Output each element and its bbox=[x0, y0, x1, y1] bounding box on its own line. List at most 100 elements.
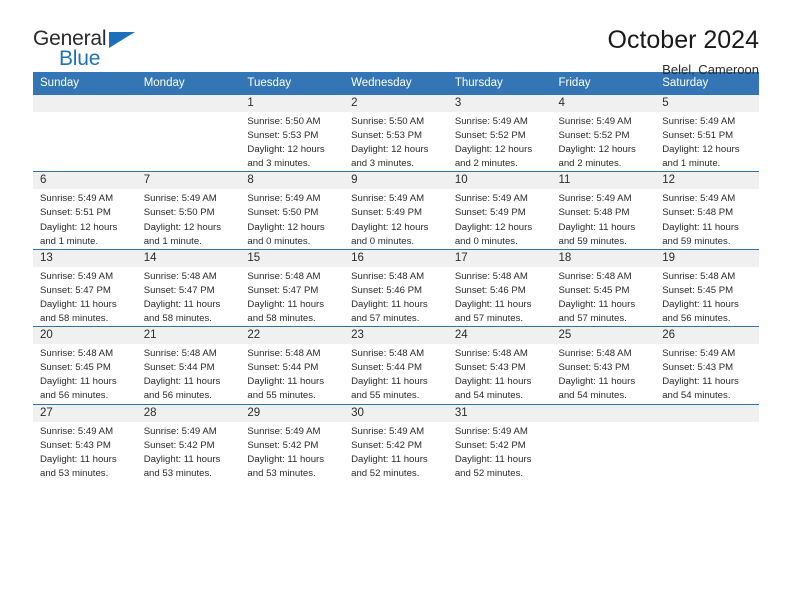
day-details: Sunrise: 5:48 AM Sunset: 5:44 PM Daylight:… bbox=[137, 344, 241, 403]
day-details: Sunrise: 5:48 AM Sunset: 5:47 PM Daylight:… bbox=[240, 267, 344, 326]
calendar-day-cell[interactable]: 6 Sunrise: 5:49 AM Sunset: 5:51 PM Daylight… bbox=[33, 171, 137, 250]
calendar-day-cell[interactable]: 30 Sunrise: 5:49 AM Sunset: 5:42 PM Dayligh… bbox=[344, 403, 448, 481]
calendar-day-cell[interactable]: 11 Sunrise: 5:49 AM Sunset: 5:48 PM Dayligh… bbox=[551, 171, 656, 250]
day-cell-inner: 3 Sunrise: 5:49 AM Sunset: 5:52 PM Daylight… bbox=[447, 95, 552, 171]
day-details bbox=[552, 422, 656, 425]
day-cell-inner: 22 Sunrise: 5:48 AM Sunset: 5:44 PM Dayligh… bbox=[240, 327, 345, 403]
daylight-text: Daylight: 12 hours and 3 minutes. bbox=[351, 144, 429, 170]
calendar-day-cell[interactable]: 3 Sunrise: 5:49 AM Sunset: 5:52 PM Daylight… bbox=[447, 93, 552, 172]
sunrise-text: Sunrise: 5:48 AM bbox=[558, 270, 632, 282]
day-details: Sunrise: 5:49 AM Sunset: 5:42 PM Daylight:… bbox=[137, 422, 241, 481]
day-number: 21 bbox=[136, 327, 241, 345]
calendar-day-cell[interactable]: 26 Sunrise: 5:49 AM Sunset: 5:43 PM Dayligh… bbox=[655, 326, 759, 404]
sunrise-text: Sunrise: 5:49 AM bbox=[454, 193, 528, 205]
calendar-day-cell[interactable]: 14 Sunrise: 5:48 AM Sunset: 5:47 PM Dayligh… bbox=[136, 248, 241, 327]
day-cell-inner: 19 Sunrise: 5:48 AM Sunset: 5:45 PM Dayligh… bbox=[655, 249, 759, 326]
sunset-text: Sunset: 5:47 PM bbox=[143, 284, 215, 296]
daylight-text: Daylight: 11 hours and 53 minutes. bbox=[40, 453, 117, 479]
sunrise-text: Sunrise: 5:49 AM bbox=[558, 116, 632, 127]
calendar-day-cell[interactable]: 31 Sunrise: 5:49 AM Sunset: 5:42 PM Dayligh… bbox=[447, 403, 552, 481]
sunset-text: Sunset: 5:42 PM bbox=[143, 439, 215, 451]
sunrise-text: Sunrise: 5:49 AM bbox=[247, 193, 321, 205]
daylight-text: Daylight: 11 hours and 56 minutes. bbox=[40, 376, 117, 402]
day-number: 15 bbox=[240, 249, 345, 267]
calendar-cell-empty bbox=[136, 93, 241, 172]
day-details: Sunrise: 5:49 AM Sunset: 5:47 PM Daylight:… bbox=[33, 267, 137, 326]
day-cell-inner: 1 Sunrise: 5:50 AM Sunset: 5:53 PM Daylight… bbox=[240, 95, 345, 171]
calendar-day-cell[interactable]: 2 Sunrise: 5:50 AM Sunset: 5:53 PM Daylight… bbox=[344, 93, 448, 172]
calendar-day-cell[interactable]: 16 Sunrise: 5:48 AM Sunset: 5:46 PM Dayligh… bbox=[344, 248, 448, 327]
calendar-day-cell[interactable]: 5 Sunrise: 5:49 AM Sunset: 5:51 PM Daylight… bbox=[655, 93, 759, 172]
calendar-week-row: 6 Sunrise: 5:49 AM Sunset: 5:51 PM Daylight… bbox=[33, 171, 759, 250]
day-details: Sunrise: 5:48 AM Sunset: 5:43 PM Daylight:… bbox=[552, 344, 656, 403]
daylight-text: Daylight: 11 hours and 58 minutes. bbox=[40, 298, 117, 325]
calendar-day-cell[interactable]: 25 Sunrise: 5:48 AM Sunset: 5:43 PM Dayligh… bbox=[551, 326, 656, 404]
day-number: 6 bbox=[33, 172, 137, 190]
day-details: Sunrise: 5:49 AM Sunset: 5:50 PM Daylight:… bbox=[240, 189, 344, 248]
day-details: Sunrise: 5:49 AM Sunset: 5:49 PM Daylight:… bbox=[344, 189, 448, 248]
calendar-day-cell[interactable]: 28 Sunrise: 5:49 AM Sunset: 5:42 PM Dayligh… bbox=[136, 403, 241, 481]
sunset-text: Sunset: 5:43 PM bbox=[558, 362, 630, 374]
daylight-text: Daylight: 11 hours and 57 minutes. bbox=[351, 298, 428, 325]
calendar-day-cell[interactable]: 1 Sunrise: 5:50 AM Sunset: 5:53 PM Daylight… bbox=[240, 93, 345, 172]
day-details: Sunrise: 5:48 AM Sunset: 5:46 PM Daylight:… bbox=[448, 267, 552, 326]
calendar-day-cell[interactable]: 19 Sunrise: 5:48 AM Sunset: 5:45 PM Dayligh… bbox=[655, 248, 759, 327]
calendar-day-cell[interactable]: 4 Sunrise: 5:49 AM Sunset: 5:52 PM Daylight… bbox=[551, 93, 656, 172]
daylight-text: Daylight: 11 hours and 57 minutes. bbox=[558, 298, 636, 325]
calendar-day-cell[interactable]: 18 Sunrise: 5:48 AM Sunset: 5:45 PM Dayligh… bbox=[551, 248, 656, 327]
daylight-text: Daylight: 12 hours and 2 minutes. bbox=[454, 144, 533, 170]
calendar-day-cell[interactable]: 9 Sunrise: 5:49 AM Sunset: 5:49 PM Daylight… bbox=[344, 171, 448, 250]
sunset-text: Sunset: 5:53 PM bbox=[247, 130, 319, 142]
calendar-day-cell[interactable]: 10 Sunrise: 5:49 AM Sunset: 5:49 PM Dayligh… bbox=[447, 171, 552, 250]
sunrise-text: Sunrise: 5:50 AM bbox=[351, 116, 425, 127]
calendar-day-cell[interactable]: 15 Sunrise: 5:48 AM Sunset: 5:47 PM Dayligh… bbox=[240, 248, 345, 327]
brand-name-bottom: Blue bbox=[59, 47, 101, 70]
calendar-day-cell[interactable]: 8 Sunrise: 5:49 AM Sunset: 5:50 PM Daylight… bbox=[240, 171, 345, 250]
calendar-day-cell[interactable]: 7 Sunrise: 5:49 AM Sunset: 5:50 PM Daylight… bbox=[136, 171, 241, 250]
day-number: 14 bbox=[136, 249, 241, 267]
sunset-text: Sunset: 5:50 PM bbox=[247, 207, 319, 219]
sunrise-text: Sunrise: 5:49 AM bbox=[662, 348, 736, 360]
sunset-text: Sunset: 5:45 PM bbox=[558, 284, 630, 296]
day-cell-inner bbox=[551, 404, 656, 481]
day-number: 11 bbox=[551, 172, 656, 190]
day-cell-inner: 24 Sunrise: 5:48 AM Sunset: 5:43 PM Dayligh… bbox=[447, 327, 552, 403]
daylight-text: Daylight: 11 hours and 59 minutes. bbox=[662, 221, 739, 247]
day-details bbox=[33, 112, 137, 115]
day-details: Sunrise: 5:49 AM Sunset: 5:48 PM Daylight:… bbox=[552, 189, 656, 248]
page-subtitle: Belel, Cameroon bbox=[662, 61, 759, 77]
calendar-day-cell[interactable]: 24 Sunrise: 5:48 AM Sunset: 5:43 PM Dayligh… bbox=[447, 326, 552, 404]
day-details: Sunrise: 5:48 AM Sunset: 5:45 PM Daylight:… bbox=[552, 267, 656, 326]
calendar-day-cell[interactable]: 27 Sunrise: 5:49 AM Sunset: 5:43 PM Dayligh… bbox=[33, 403, 137, 481]
calendar-day-cell[interactable]: 13 Sunrise: 5:49 AM Sunset: 5:47 PM Dayligh… bbox=[33, 248, 137, 327]
daylight-text: Daylight: 11 hours and 52 minutes. bbox=[454, 453, 532, 479]
day-details: Sunrise: 5:49 AM Sunset: 5:48 PM Daylight:… bbox=[655, 189, 759, 248]
brand-logo[interactable]: General Blue bbox=[33, 26, 153, 74]
day-cell-inner: 6 Sunrise: 5:49 AM Sunset: 5:51 PM Daylight… bbox=[33, 172, 137, 248]
calendar-day-cell[interactable]: 12 Sunrise: 5:49 AM Sunset: 5:48 PM Dayligh… bbox=[655, 171, 759, 250]
sunset-text: Sunset: 5:45 PM bbox=[40, 362, 111, 374]
day-number: 26 bbox=[655, 327, 759, 345]
day-details: Sunrise: 5:49 AM Sunset: 5:42 PM Daylight:… bbox=[448, 422, 552, 481]
daylight-text: Daylight: 12 hours and 3 minutes. bbox=[247, 144, 325, 170]
day-cell-inner: 20 Sunrise: 5:48 AM Sunset: 5:45 PM Dayligh… bbox=[33, 327, 137, 403]
sunset-text: Sunset: 5:48 PM bbox=[662, 207, 734, 219]
day-number: 13 bbox=[33, 249, 137, 267]
calendar-day-cell[interactable]: 22 Sunrise: 5:48 AM Sunset: 5:44 PM Dayligh… bbox=[240, 326, 345, 404]
calendar-day-cell[interactable]: 23 Sunrise: 5:48 AM Sunset: 5:44 PM Dayligh… bbox=[344, 326, 448, 404]
sunrise-text: Sunrise: 5:48 AM bbox=[143, 348, 217, 360]
calendar-day-cell[interactable]: 17 Sunrise: 5:48 AM Sunset: 5:46 PM Dayligh… bbox=[447, 248, 552, 327]
day-cell-inner bbox=[136, 95, 241, 171]
day-number bbox=[33, 95, 137, 112]
daylight-text: Daylight: 11 hours and 58 minutes. bbox=[247, 298, 325, 325]
daylight-text: Daylight: 12 hours and 1 minute. bbox=[662, 144, 740, 170]
sunset-text: Sunset: 5:52 PM bbox=[558, 130, 630, 142]
sunset-text: Sunset: 5:44 PM bbox=[247, 362, 319, 374]
calendar-day-cell[interactable]: 21 Sunrise: 5:48 AM Sunset: 5:44 PM Dayligh… bbox=[136, 326, 241, 404]
day-details: Sunrise: 5:50 AM Sunset: 5:53 PM Daylight:… bbox=[344, 112, 448, 171]
calendar-day-cell[interactable]: 29 Sunrise: 5:49 AM Sunset: 5:42 PM Dayligh… bbox=[240, 403, 345, 481]
sunset-text: Sunset: 5:48 PM bbox=[558, 207, 630, 219]
calendar-day-cell[interactable]: 20 Sunrise: 5:48 AM Sunset: 5:45 PM Dayligh… bbox=[33, 326, 137, 404]
sunset-text: Sunset: 5:52 PM bbox=[454, 130, 526, 142]
day-details: Sunrise: 5:49 AM Sunset: 5:42 PM Daylight:… bbox=[344, 422, 448, 481]
